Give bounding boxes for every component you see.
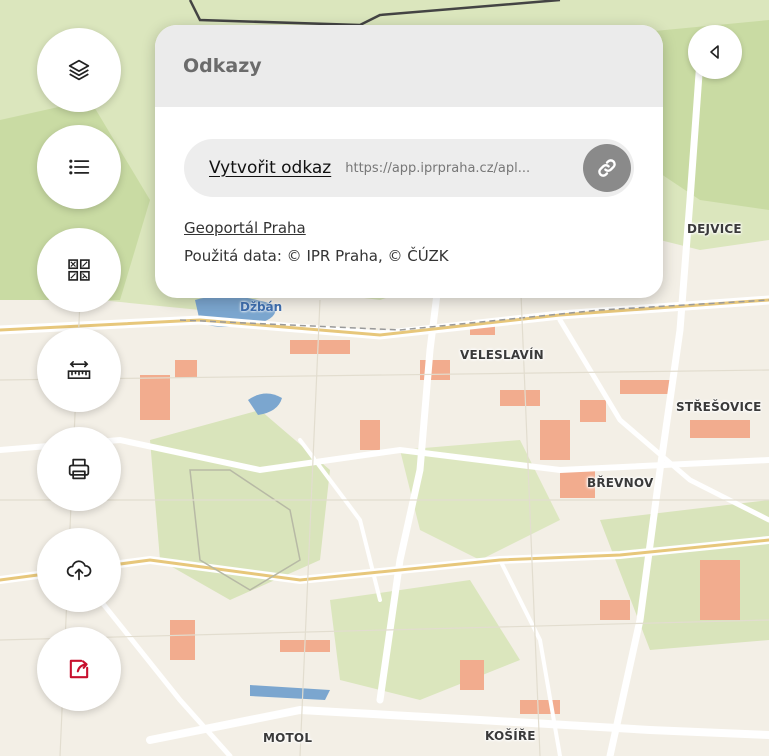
copy-link-button[interactable] [583, 144, 631, 192]
legend-button[interactable] [37, 125, 121, 209]
water-label-dzban: Džbán [240, 300, 283, 314]
place-label-veleslavin: VELESLAVÍN [460, 348, 544, 362]
place-label-motol: MOTOL [263, 731, 313, 745]
place-label-kosire: KOŠÍŘE [485, 729, 536, 743]
list-icon [69, 159, 90, 175]
share-button[interactable] [37, 627, 121, 711]
share-icon [69, 659, 89, 679]
qr-code-button[interactable] [37, 228, 121, 312]
triangle-left-icon [710, 45, 719, 59]
place-label-brevnov: BŘEVNOV [587, 476, 654, 490]
ruler-icon [67, 361, 91, 379]
links-panel: Odkazy Vytvořit odkaz https://app.iprpra… [155, 25, 663, 298]
panel-header: Odkazy [155, 25, 663, 107]
printer-icon [68, 458, 90, 480]
collapse-panel-button[interactable] [688, 25, 742, 79]
panel-title: Odkazy [183, 55, 262, 77]
geoportal-link[interactable]: Geoportál Praha [184, 219, 306, 237]
qr-code-icon [68, 259, 90, 281]
measure-button[interactable] [37, 328, 121, 412]
place-label-dejvice: DEJVICE [687, 222, 742, 236]
link-url-field[interactable]: https://app.iprpraha.cz/apl... [345, 161, 561, 176]
link-icon [598, 159, 616, 177]
place-label-stresovice: STŘEŠOVICE [676, 400, 762, 414]
data-credit: Použitá data: © IPR Praha, © ČÚZK [184, 247, 449, 265]
print-button[interactable] [37, 427, 121, 511]
layers-icon [68, 59, 90, 81]
create-link-button[interactable]: Vytvořit odkaz [209, 158, 331, 178]
link-row: Vytvořit odkaz https://app.iprpraha.cz/a… [184, 139, 634, 197]
cloud-upload-icon [66, 560, 92, 581]
layers-button[interactable] [37, 28, 121, 112]
upload-button[interactable] [37, 528, 121, 612]
